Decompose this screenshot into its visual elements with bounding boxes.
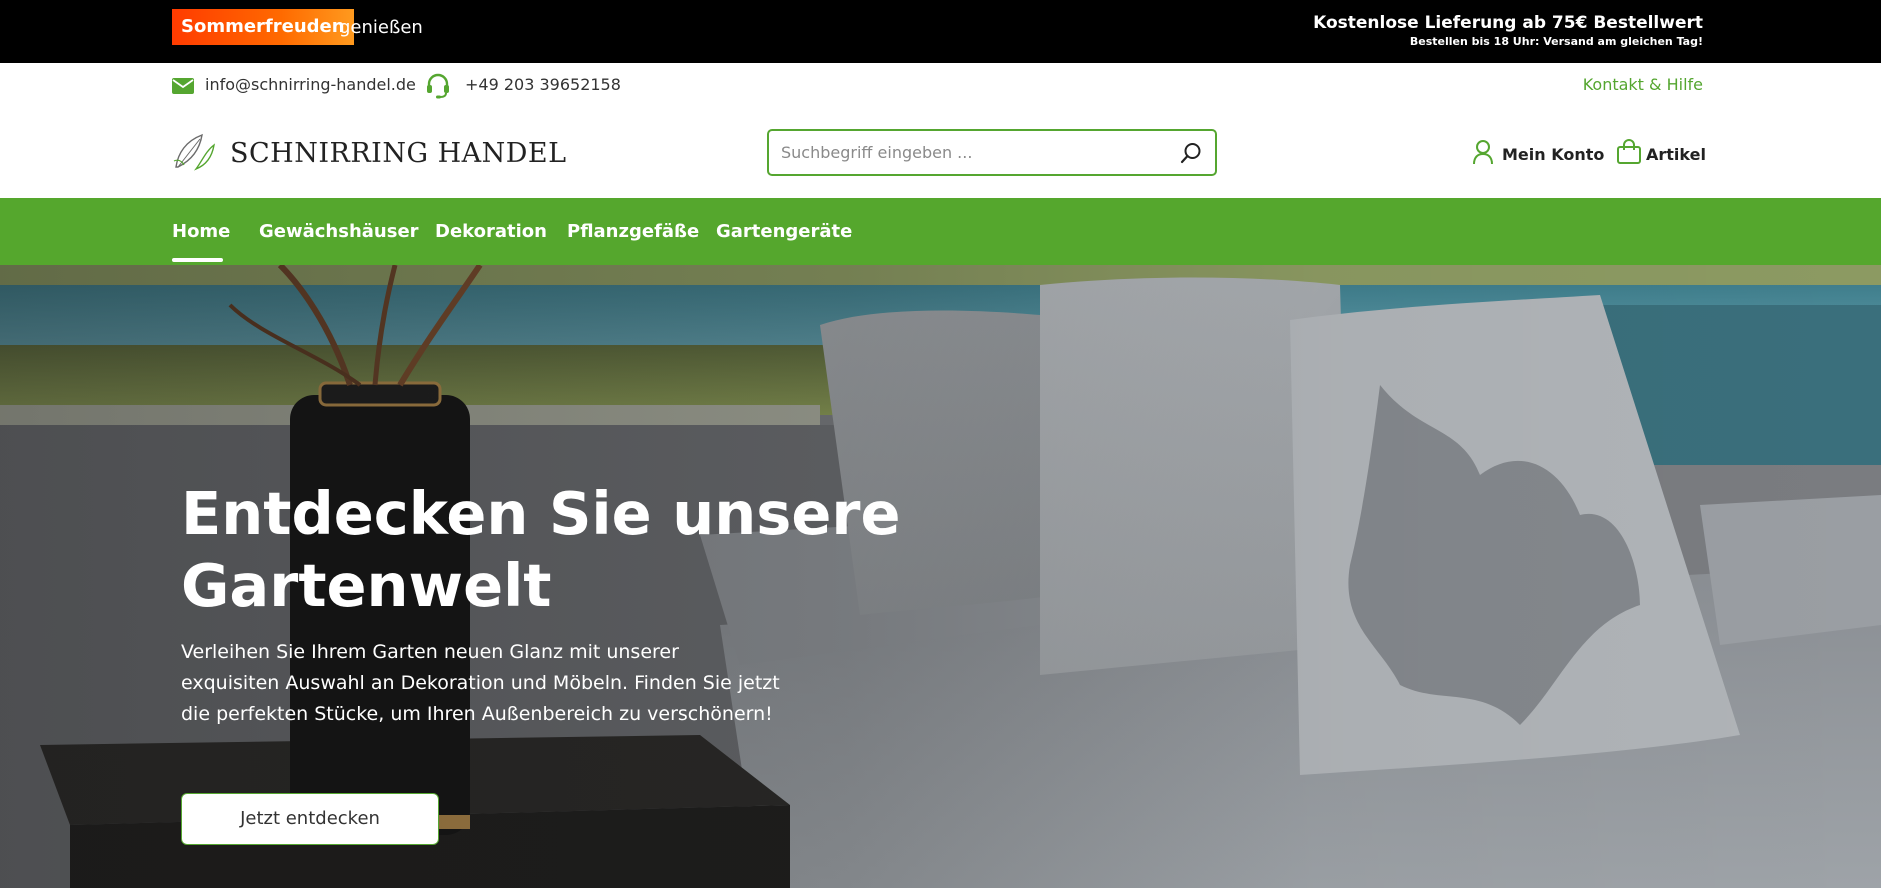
cart-label: Artikel [1646,144,1706,164]
shipping-info: Kostenlose Lieferung ab 75€ Bestellwert … [1313,13,1703,50]
contact-email[interactable]: info@schnirring-handel.de [205,75,416,94]
promo-text: genießen [339,17,423,38]
cart-link[interactable]: Artikel [1616,139,1706,169]
shopping-bag-icon [1616,139,1646,169]
account-link[interactable]: Mein Konto [1472,139,1604,169]
hero-description: Verleihen Sie Ihrem Garten neuen Glanz m… [181,641,780,725]
mail-icon [172,78,194,94]
account-label: Mein Konto [1502,144,1605,164]
help-link[interactable]: Kontakt & Hilfe [1583,75,1703,94]
main-nav: Home Gewächshäuser Dekoration Pflanzgefä… [0,198,1881,265]
header: SCHNIRRING HANDEL Mein Konto Artikel [0,105,1881,198]
user-icon [1472,139,1502,169]
hero-cta-button[interactable]: Jetzt entdecken [181,793,439,845]
headset-icon [424,72,452,100]
contact-phone[interactable]: +49 203 39652158 [465,75,621,94]
nav-item-gewaechshaeuser[interactable]: Gewächshäuser [259,221,419,242]
search-icon[interactable] [1179,141,1203,165]
promo-bar: Sommerfreuden genießen Kostenlose Liefer… [0,0,1881,63]
promo-badge[interactable]: Sommerfreuden [172,9,354,45]
hero-title: Entdecken Sie unsere Gartenwelt [181,479,901,620]
nav-item-home[interactable]: Home [172,221,230,242]
shipping-subtitle: Bestellen bis 18 Uhr: Versand am gleiche… [1409,35,1703,48]
contact-row: info@schnirring-handel.de +49 203 396521… [0,63,1881,105]
search-box [767,129,1217,176]
hero-banner: Entdecken Sie unsere Gartenwelt Verleihe… [0,265,1881,888]
search-input[interactable] [781,143,1161,162]
logo[interactable]: SCHNIRRING HANDEL [172,133,567,173]
logo-leaf-icon [172,131,216,175]
nav-item-dekoration[interactable]: Dekoration [435,221,547,242]
nav-item-pflanzgefaesse[interactable]: Pflanzgefäße [567,221,699,242]
logo-text: SCHNIRRING HANDEL [230,137,567,169]
shipping-title: Kostenlose Lieferung ab 75€ Bestellwert [1313,13,1703,33]
nav-active-indicator [172,258,223,262]
nav-item-gartengeraete[interactable]: Gartengeräte [716,221,852,242]
